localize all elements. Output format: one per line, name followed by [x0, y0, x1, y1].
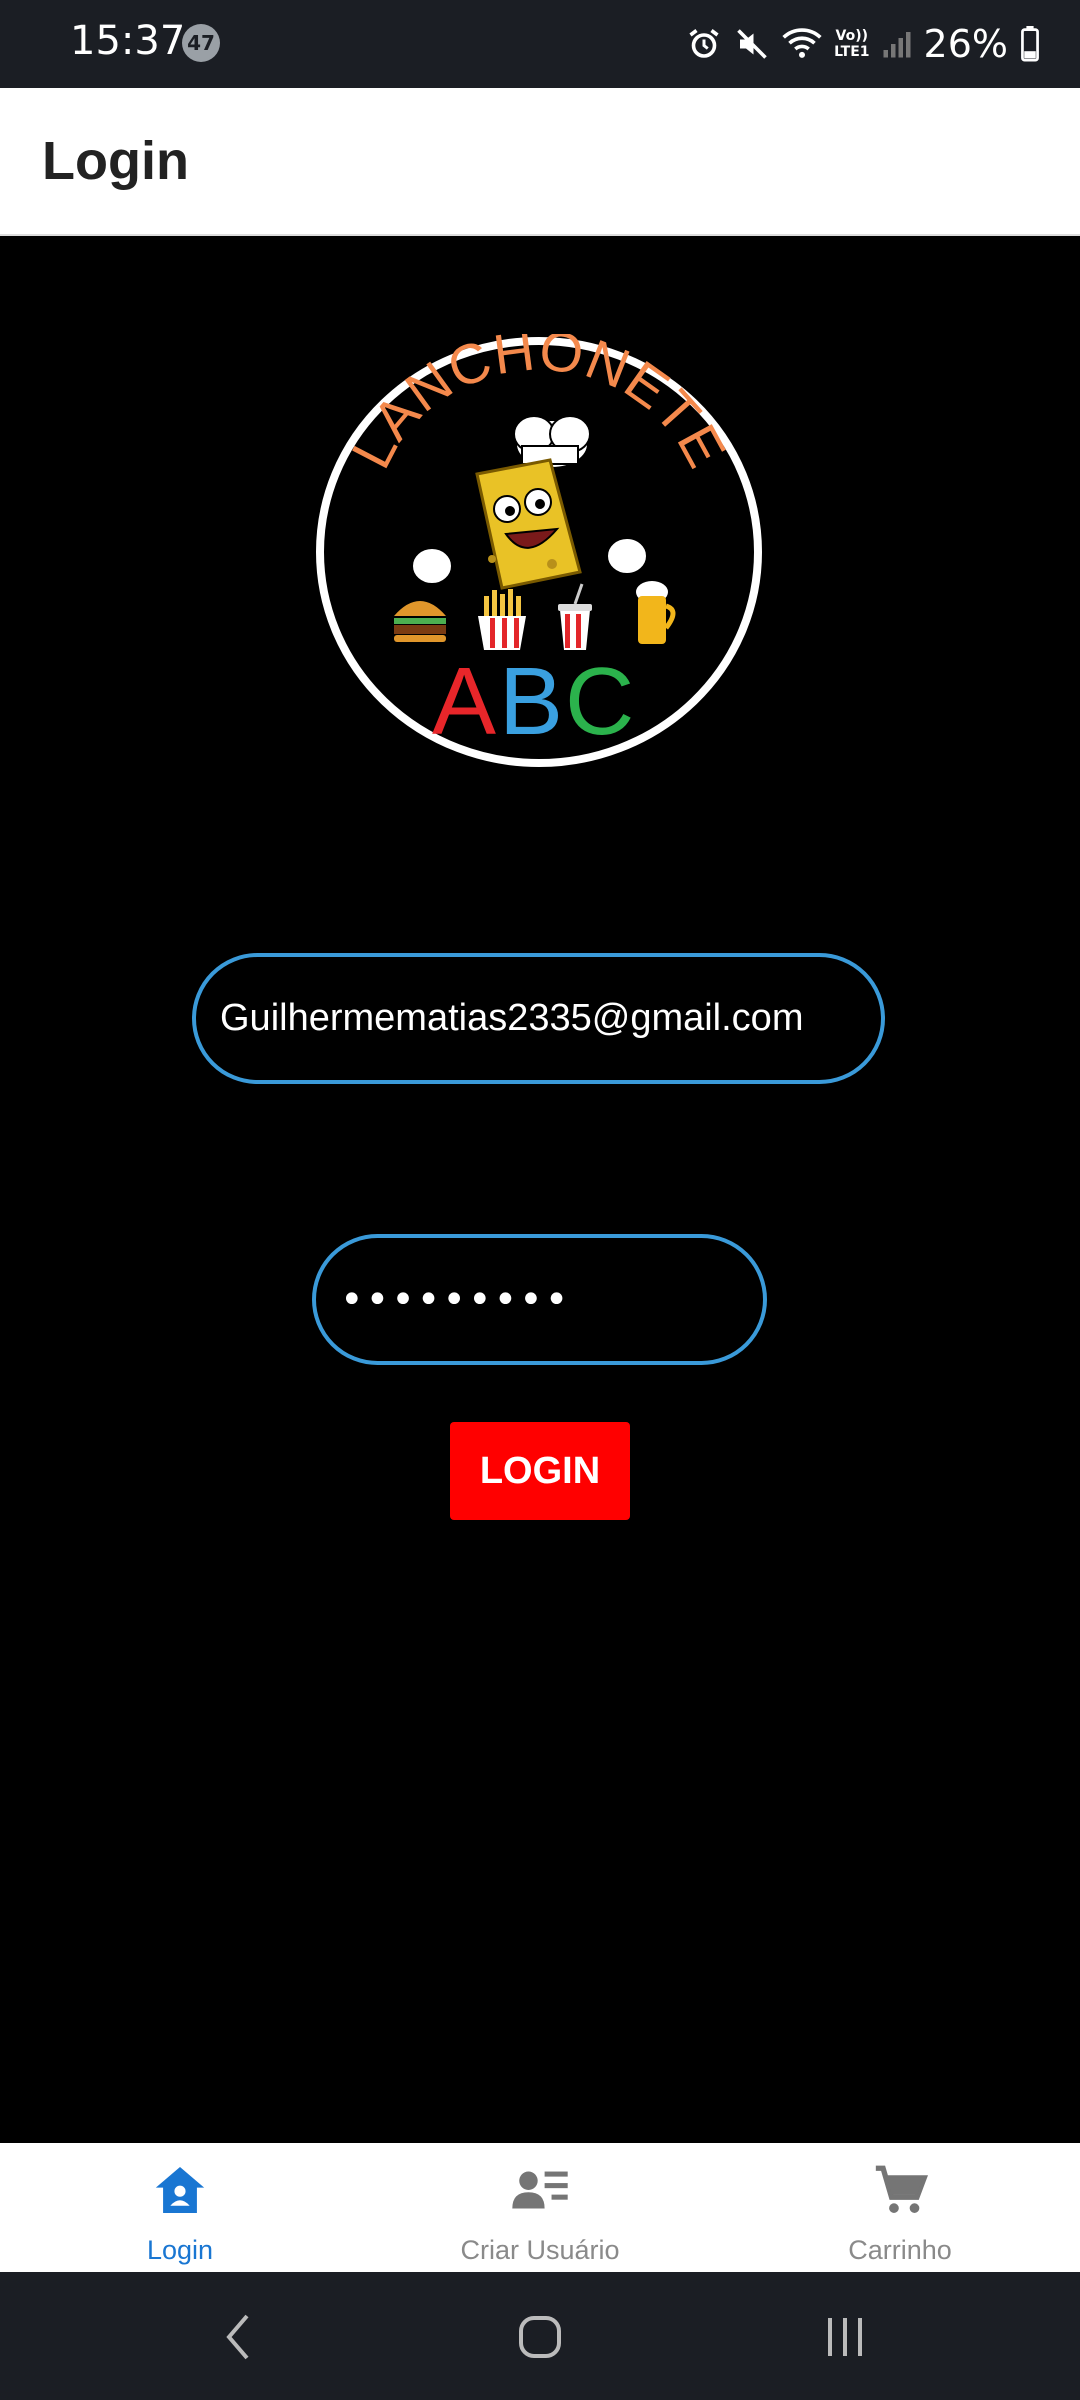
- nav-label-cart: Carrinho: [848, 2235, 952, 2265]
- volte-top-label: Vo)): [835, 28, 869, 44]
- nav-item-login[interactable]: Login: [0, 2143, 360, 2272]
- battery-percent: 26%: [923, 22, 1008, 66]
- signal-icon: [883, 32, 911, 58]
- status-bar: 15:37 47 Vo)) LTE1 26%: [0, 0, 1080, 88]
- home-button-icon[interactable]: [505, 2302, 575, 2372]
- app-header: Login: [0, 88, 1080, 236]
- status-time: 15:37: [70, 18, 186, 64]
- lanchonete-abc-logo: LANCHONETE A B C: [312, 318, 766, 770]
- logo-graphic: LANCHONETE A B C: [316, 318, 762, 767]
- volte-indicator: Vo)) LTE1: [834, 28, 869, 60]
- battery-icon: [1021, 26, 1039, 62]
- user-list-icon: [512, 2171, 568, 2209]
- chef-hat-icon: [513, 415, 591, 469]
- nav-label-login: Login: [146, 2235, 214, 2265]
- recent-apps-icon[interactable]: [810, 2302, 880, 2372]
- system-navigation-bar: [0, 2272, 1080, 2400]
- nav-item-create-user[interactable]: Criar Usuário: [360, 2143, 720, 2272]
- mute-icon: [737, 29, 767, 59]
- nav-item-cart[interactable]: Carrinho: [720, 2143, 1080, 2272]
- nav-label-create-user: Criar Usuário: [460, 2235, 620, 2265]
- bottom-navigation: Login Criar Usuário Carrinho: [0, 2143, 1080, 2272]
- cart-icon: [875, 2165, 929, 2213]
- password-field[interactable]: [312, 1234, 767, 1365]
- status-icons: Vo)) LTE1 26%: [686, 14, 1040, 74]
- home-icon: [155, 2167, 205, 2213]
- volte-bottom-label: LTE1: [834, 44, 870, 60]
- logo-letter-a: A: [432, 648, 496, 755]
- email-field[interactable]: [192, 953, 885, 1084]
- notification-count-badge: 47: [182, 24, 220, 62]
- alarm-icon: [689, 29, 719, 58]
- back-icon[interactable]: [205, 2302, 275, 2372]
- login-button[interactable]: LOGIN: [450, 1422, 630, 1520]
- page-title: Login: [42, 131, 189, 191]
- wifi-icon: [782, 28, 822, 58]
- fries-icon: [478, 589, 526, 650]
- logo-letter-b: B: [499, 648, 563, 755]
- logo-letter-c: C: [565, 648, 634, 755]
